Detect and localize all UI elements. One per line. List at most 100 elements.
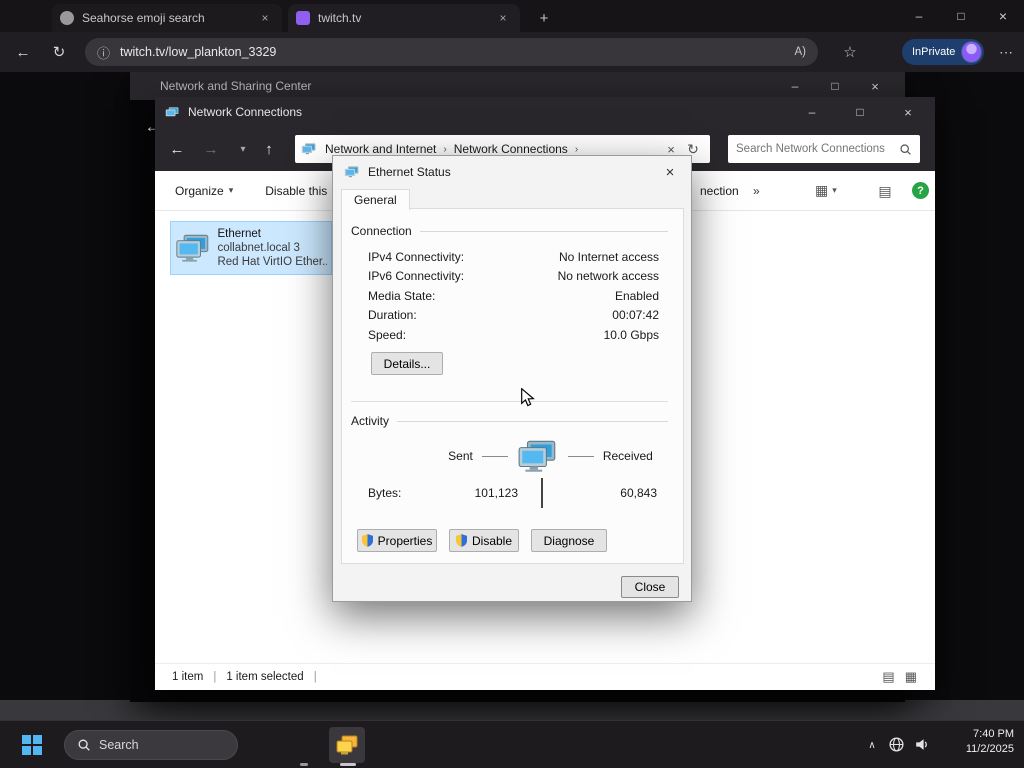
- browser-settings-icon[interactable]: ⋯: [992, 38, 1020, 66]
- nc-maximize-button[interactable]: □: [836, 97, 884, 127]
- chevron-down-icon: ▾: [228, 185, 234, 195]
- browser-refresh-icon[interactable]: ↻: [44, 37, 74, 67]
- properties-button[interactable]: Properties: [357, 529, 437, 552]
- large-icons-view-icon[interactable]: ▦: [905, 669, 917, 685]
- dialog-titlebar[interactable]: Ethernet Status ×: [333, 156, 691, 188]
- group-divider: [419, 230, 668, 232]
- nsc-titlebar[interactable]: Network and Sharing Center – □ ×: [130, 72, 905, 100]
- nc-window-controls: – □ ×: [788, 97, 932, 127]
- tray-volume-icon[interactable]: [913, 736, 930, 753]
- nc-back-icon[interactable]: ←: [163, 135, 191, 163]
- diagnose-button[interactable]: Diagnose: [531, 529, 607, 552]
- close-button[interactable]: Close: [621, 576, 679, 598]
- nc-search-box[interactable]: [728, 135, 920, 163]
- details-view-icon[interactable]: ▤: [882, 669, 894, 685]
- browser-close-button[interactable]: ×: [982, 0, 1024, 32]
- tab1-title: Seahorse emoji search: [82, 11, 205, 25]
- site-info-icon[interactable]: ⓘ: [97, 43, 110, 62]
- status-separator: |: [313, 671, 317, 683]
- nc-close-button[interactable]: ×: [884, 97, 932, 127]
- tray-chevron-icon[interactable]: ∧: [860, 733, 884, 757]
- nsc-maximize-button[interactable]: □: [812, 72, 858, 100]
- ipv4-value: No Internet access: [558, 250, 659, 264]
- uac-shield-icon: [455, 534, 467, 547]
- new-tab-button[interactable]: +: [532, 6, 556, 30]
- received-label: Received: [602, 449, 653, 463]
- view-status-command-fragment[interactable]: nection: [700, 184, 739, 198]
- nc-search-input[interactable]: [736, 143, 899, 155]
- activity-group-header: Activity: [351, 414, 668, 428]
- network-connections-taskbar-button[interactable]: [329, 727, 365, 763]
- read-aloud-icon[interactable]: A): [795, 46, 807, 58]
- breadcrumb-folder-icon: [301, 143, 316, 155]
- nc-minimize-button[interactable]: –: [788, 97, 836, 127]
- mouse-cursor: [521, 388, 535, 407]
- selected-count: 1 item selected: [226, 671, 304, 683]
- group-divider: [397, 420, 668, 422]
- breadcrumb-item-network-connections[interactable]: Network Connections: [454, 142, 568, 156]
- url-field[interactable]: ⓘ twitch.tv/low_plankton_3329 A): [85, 38, 818, 66]
- browser-address-bar: ← ↻ ⓘ twitch.tv/low_plankton_3329 A) ☆ I…: [0, 32, 1024, 72]
- dialog-close-icon[interactable]: ×: [655, 160, 685, 184]
- ipv4-label: IPv4 Connectivity:: [368, 250, 465, 264]
- connection-group-header: Connection: [351, 224, 668, 238]
- dialog-title: Ethernet Status: [368, 165, 451, 179]
- tab2-close-icon[interactable]: ×: [494, 9, 512, 27]
- browser-back-icon[interactable]: ←: [8, 37, 38, 67]
- chevron-right-icon[interactable]: ›: [436, 144, 453, 155]
- tray-network-globe-icon[interactable]: [888, 736, 905, 753]
- chevron-down-icon: ▾: [832, 185, 837, 195]
- speed-value: 10.0 Gbps: [603, 328, 659, 342]
- change-view-button[interactable]: ▦ ▾: [815, 182, 837, 199]
- search-icon: [78, 739, 90, 751]
- organize-menu[interactable]: Organize ▾: [175, 184, 233, 198]
- desktop: Seahorse emoji search × twitch.tv × + – …: [0, 0, 1024, 768]
- tab-seahorse[interactable]: Seahorse emoji search ×: [52, 4, 282, 32]
- taskbar-search-label: Search: [99, 738, 139, 752]
- tab-general[interactable]: General: [341, 189, 410, 210]
- ipv6-label: IPv6 Connectivity:: [368, 269, 465, 283]
- edge-running-indicator: [300, 763, 308, 766]
- bytes-label: Bytes:: [368, 486, 402, 500]
- taskbar-clock[interactable]: 7:40 PM 11/2/2025: [966, 727, 1014, 757]
- nc-recent-dropdown-icon[interactable]: ▾: [229, 135, 257, 163]
- browser-maximize-button[interactable]: □: [940, 0, 982, 32]
- inprivate-badge[interactable]: InPrivate: [902, 39, 984, 65]
- duration-row: Duration: 00:07:42: [333, 308, 693, 326]
- details-button[interactable]: Details...: [371, 352, 443, 375]
- nc-forward-icon[interactable]: →: [197, 135, 225, 163]
- nc-window-title: Network Connections: [188, 105, 303, 119]
- webpage-background: [0, 700, 1024, 720]
- properties-button-label: Properties: [377, 533, 433, 548]
- nsc-close-button[interactable]: ×: [858, 72, 892, 100]
- start-button[interactable]: [22, 735, 42, 755]
- activity-computer-icon: [518, 440, 556, 472]
- duration-value: 00:07:42: [612, 308, 659, 322]
- tab1-close-icon[interactable]: ×: [256, 9, 274, 27]
- profile-avatar[interactable]: [961, 41, 982, 63]
- breadcrumb-item-network-and-internet[interactable]: Network and Internet: [325, 142, 436, 156]
- nc-up-icon[interactable]: ↑: [255, 135, 283, 163]
- preview-pane-icon[interactable]: ▤: [875, 181, 895, 201]
- duration-label: Duration:: [368, 308, 417, 322]
- taskbar-search-box[interactable]: Search: [64, 730, 238, 760]
- overflow-chevron-icon[interactable]: »: [753, 184, 760, 198]
- ipv4-row: IPv4 Connectivity: No Internet access: [333, 250, 693, 268]
- diagnose-button-label: Diagnose: [543, 533, 595, 548]
- favorites-star-icon[interactable]: ☆: [836, 38, 864, 66]
- flow-line: [567, 455, 594, 457]
- nc-titlebar[interactable]: Network Connections – □ ×: [155, 97, 935, 127]
- bytes-row: Bytes: 101,123 60,843: [333, 486, 693, 506]
- received-bytes-value: 60,843: [620, 486, 657, 500]
- help-icon[interactable]: ?: [912, 182, 929, 199]
- disable-this-command[interactable]: Disable this: [265, 184, 327, 198]
- nc-status-bar: 1 item | 1 item selected | ▤ ▦: [155, 663, 935, 690]
- disable-button[interactable]: Disable: [449, 529, 519, 552]
- ethernet-connection-item[interactable]: Ethernet collabnet.local 3 Red Hat VirtI…: [170, 221, 332, 275]
- nc-window-icon: [165, 106, 179, 116]
- browser-minimize-button[interactable]: –: [898, 0, 940, 32]
- tab-twitch[interactable]: twitch.tv ×: [288, 4, 520, 32]
- chevron-right-icon[interactable]: ›: [568, 144, 585, 155]
- organize-label: Organize: [175, 183, 224, 198]
- nsc-minimize-button[interactable]: –: [778, 72, 812, 100]
